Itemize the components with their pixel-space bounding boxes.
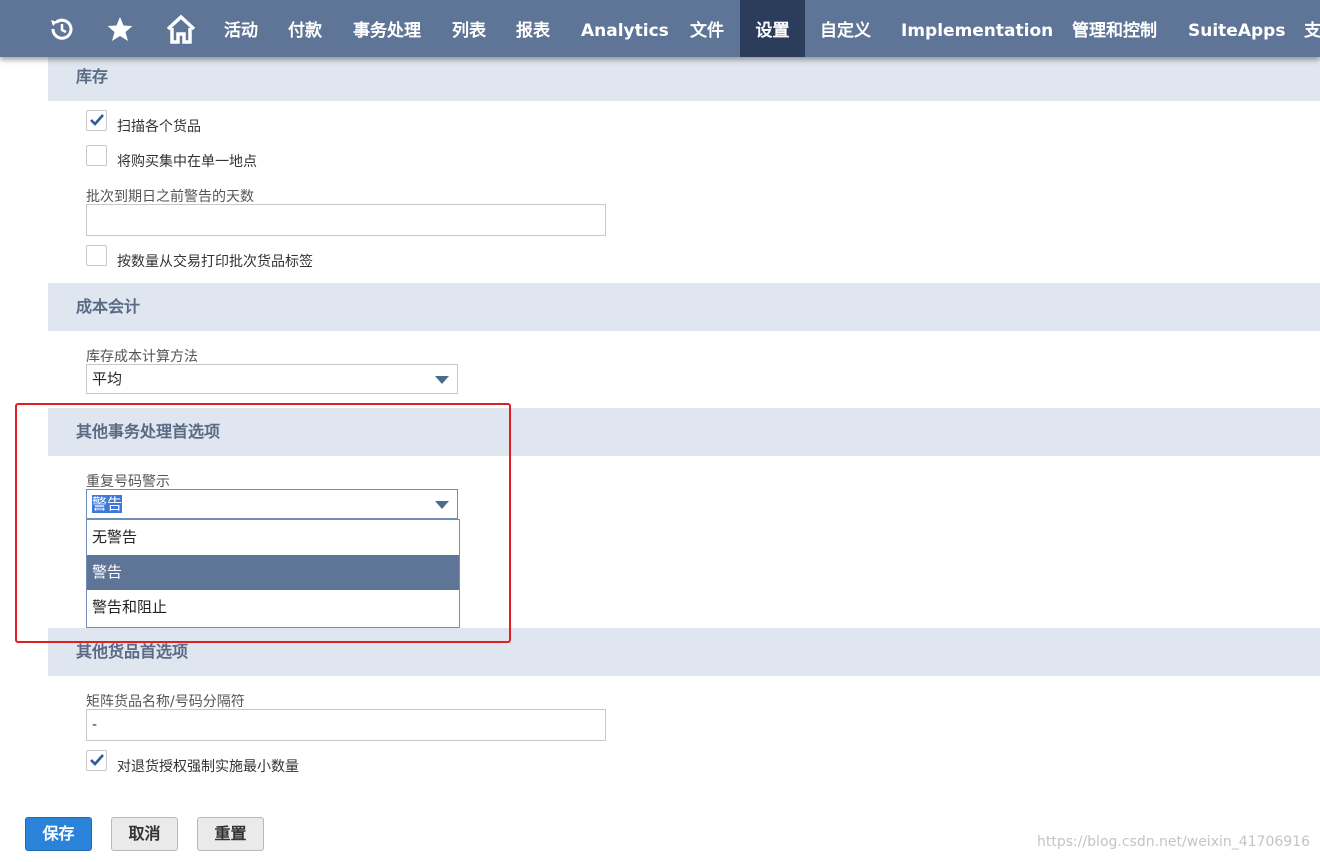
nav-item-analytics[interactable]: Analytics [581, 0, 669, 57]
dropdown-option-no-warning[interactable]: 无警告 [87, 520, 459, 555]
nav-item-reports[interactable]: 报表 [516, 0, 550, 57]
dropdown-option-warn-and-block[interactable]: 警告和阻止 [87, 590, 459, 625]
duplicate-number-warning-value: 警告 [92, 495, 123, 513]
duplicate-number-warning-label: 重复号码警示 [86, 474, 170, 490]
centralize-purchasing-checkbox[interactable] [86, 145, 107, 166]
section-other-item-preferences: 其他货品首选项 [48, 628, 1320, 676]
scan-items-checkbox[interactable] [86, 110, 107, 131]
scan-items-label: 扫描各个货品 [117, 119, 201, 135]
lot-expiry-label: 批次到期日之前警告的天数 [86, 189, 254, 205]
nav-item-admin-control[interactable]: 管理和控制 [1072, 0, 1157, 57]
save-button[interactable]: 保存 [25, 817, 92, 851]
chevron-down-icon [435, 376, 449, 384]
nav-item-payments[interactable]: 付款 [288, 0, 322, 57]
enforce-min-quantity-label: 对退货授权强制实施最小数量 [117, 759, 299, 775]
nav-item-lists[interactable]: 列表 [452, 0, 486, 57]
matrix-separator-input[interactable]: - [86, 709, 606, 741]
section-other-transaction-preferences: 其他事务处理首选项 [48, 408, 1320, 456]
section-cost-accounting: 成本会计 [48, 283, 1320, 331]
lot-expiry-input[interactable] [86, 204, 606, 236]
nav-item-support[interactable]: 支 [1304, 0, 1320, 57]
reset-button[interactable]: 重置 [197, 817, 264, 851]
duplicate-number-warning-select[interactable]: 警告 [86, 489, 458, 519]
costing-method-select[interactable]: 平均 [86, 364, 458, 394]
nav-item-implementation[interactable]: Implementation [901, 0, 1053, 57]
section-title: 其他货品首选项 [76, 642, 189, 661]
section-title: 库存 [76, 67, 109, 86]
star-icon[interactable] [100, 0, 140, 57]
costing-method-value: 平均 [92, 370, 123, 388]
print-lot-labels-checkbox[interactable] [86, 245, 107, 266]
history-icon[interactable] [40, 0, 82, 57]
section-inventory: 库存 [48, 53, 1320, 101]
nav-item-activities[interactable]: 活动 [224, 0, 258, 57]
costing-method-label: 库存成本计算方法 [86, 349, 198, 365]
cancel-button[interactable]: 取消 [111, 817, 178, 851]
chevron-down-icon [435, 501, 449, 509]
dropdown-option-warning[interactable]: 警告 [87, 555, 459, 590]
print-lot-labels-label: 按数量从交易打印批次货品标签 [117, 254, 313, 270]
top-navigation: 活动 付款 事务处理 列表 报表 Analytics 文件 设置 自定义 Imp… [0, 0, 1320, 57]
nav-item-customization[interactable]: 自定义 [820, 0, 871, 57]
enforce-min-quantity-checkbox[interactable] [86, 750, 107, 771]
home-icon[interactable] [160, 0, 202, 57]
matrix-separator-label: 矩阵货品名称/号码分隔符 [86, 694, 245, 710]
nav-item-setup[interactable]: 设置 [740, 0, 805, 57]
nav-item-documents[interactable]: 文件 [690, 0, 724, 57]
checkmark-icon [90, 754, 104, 766]
nav-item-suiteapps[interactable]: SuiteApps [1188, 0, 1285, 57]
section-title: 成本会计 [76, 297, 141, 316]
nav-item-transactions[interactable]: 事务处理 [353, 0, 421, 57]
watermark: https://blog.csdn.net/weixin_41706916 [1036, 834, 1310, 850]
duplicate-number-warning-dropdown: 无警告 警告 警告和阻止 [86, 519, 460, 628]
checkmark-icon [90, 114, 104, 126]
section-title: 其他事务处理首选项 [76, 422, 221, 441]
centralize-purchasing-label: 将购买集中在单一地点 [117, 154, 257, 170]
